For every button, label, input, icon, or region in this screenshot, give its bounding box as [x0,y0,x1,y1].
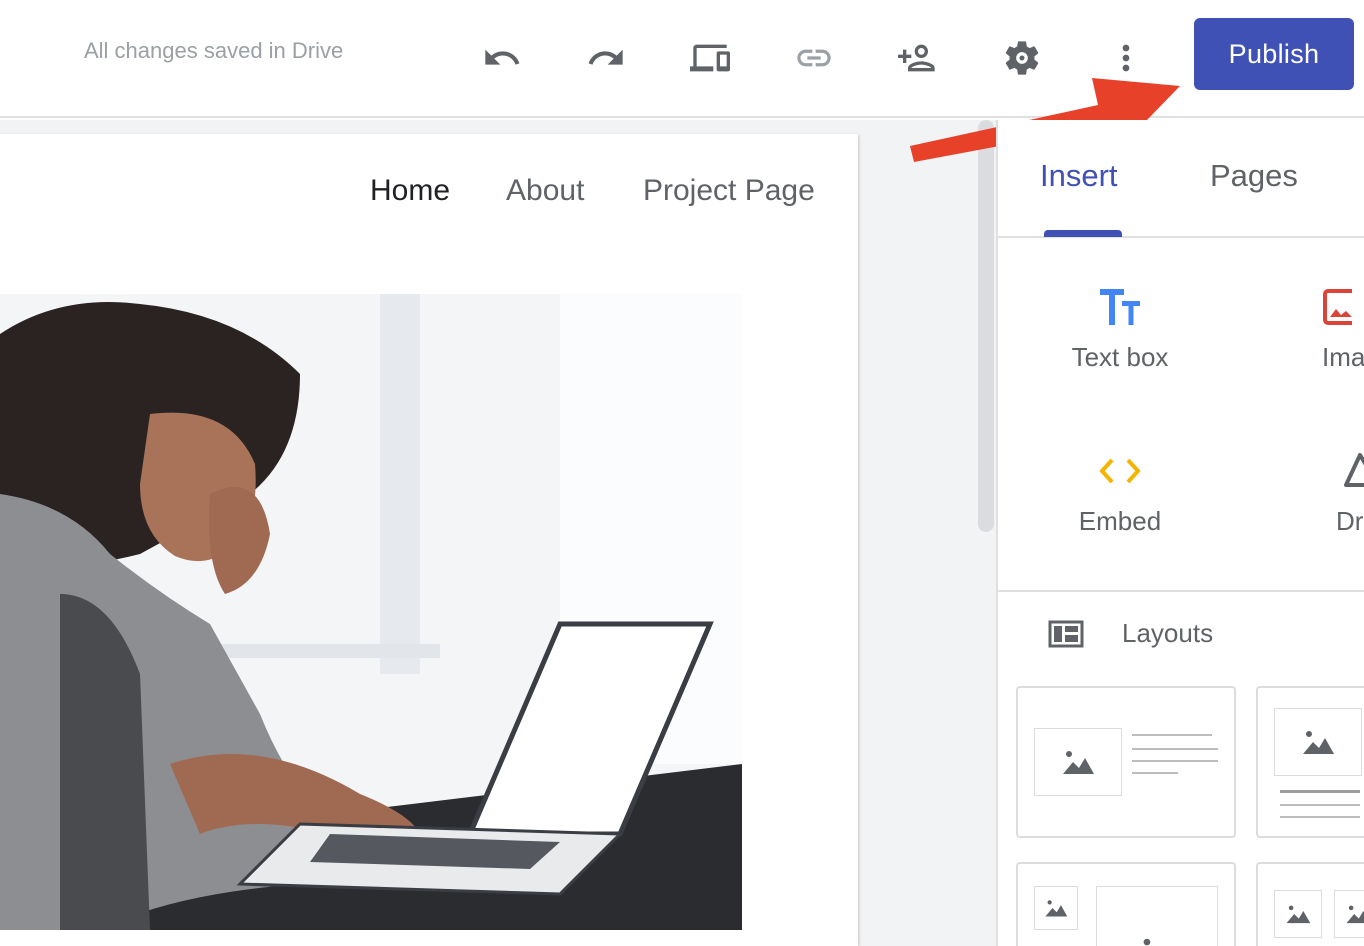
canvas-scrollbar[interactable] [978,120,994,532]
undo-icon[interactable] [474,30,530,86]
publish-button[interactable]: Publish [1194,18,1354,90]
insert-drive[interactable]: Dr [1272,444,1364,537]
layouts-icon [1048,620,1084,647]
text-line [1132,748,1218,750]
active-tab-indicator [1044,230,1122,237]
image-placeholder-icon [1274,708,1362,776]
hero-image[interactable] [0,294,742,930]
image-placeholder-icon [1096,886,1218,946]
insert-text-box[interactable]: Text box [1020,280,1220,373]
layouts-label: Layouts [1122,618,1214,648]
embed-icon [1020,444,1220,498]
share-icon[interactable] [890,30,946,86]
text-line [1280,790,1360,793]
layouts-header: Layouts [1048,618,1213,649]
layout-card[interactable] [1016,862,1236,946]
text-line [1132,734,1212,736]
text-line [1132,772,1178,774]
save-status: All changes saved in Drive [84,38,344,63]
site-nav-home[interactable]: Home [370,174,450,208]
image-label: Ima [1322,342,1364,372]
hero-photo-illustration [0,294,742,930]
redo-icon[interactable] [578,30,634,86]
site-page: Home About Project Page [0,134,858,946]
tab-pages[interactable]: Pages [1210,158,1298,194]
drive-icon [1272,444,1364,498]
image-icon [1272,280,1364,334]
insert-image[interactable]: Ima [1272,280,1364,373]
text-box-label: Text box [1071,342,1169,372]
image-placeholder-icon [1334,890,1364,938]
image-placeholder-icon [1034,886,1078,930]
editor-canvas: Home About Project Page [0,120,996,946]
embed-label: Embed [1078,506,1162,536]
text-box-icon [1020,280,1220,334]
link-icon[interactable] [786,30,842,86]
text-line [1132,760,1218,762]
site-nav-project-page[interactable]: Project Page [643,174,815,208]
text-line [1280,804,1360,806]
site-nav-about[interactable]: About [506,174,584,208]
text-line [1280,816,1360,818]
panel-tabs: Insert Pages [998,120,1364,238]
drive-label: Dr [1336,506,1364,536]
layout-card[interactable] [1016,686,1236,838]
tab-insert[interactable]: Insert [1040,158,1118,194]
preview-devices-icon[interactable] [682,30,738,86]
top-toolbar: All changes saved in Drive Publish [0,0,1364,118]
insert-embed[interactable]: Embed [1020,444,1220,537]
settings-icon[interactable] [994,30,1050,86]
panel-divider [998,590,1364,592]
image-placeholder-icon [1034,728,1122,796]
image-placeholder-icon [1274,890,1322,938]
more-vert-icon[interactable] [1098,30,1154,86]
layout-card[interactable] [1256,862,1364,946]
side-panel: Insert Pages Text box Ima Embed Dr Layou… [996,120,1364,946]
layout-card[interactable] [1256,686,1364,838]
